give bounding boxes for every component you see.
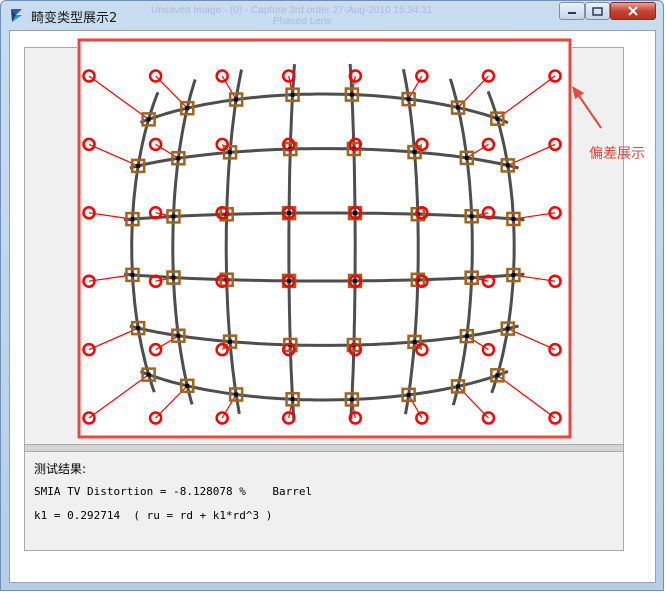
close-button[interactable] (610, 2, 656, 20)
measured-point-center (136, 326, 141, 331)
measured-point-center (130, 217, 135, 222)
distortion-image (77, 38, 572, 439)
measured-point-center (412, 339, 417, 344)
measured-point-center (290, 397, 295, 402)
measured-point-center (290, 92, 295, 97)
background-window-subtitle: Phased Lens (273, 16, 332, 27)
measured-point-center (349, 397, 354, 402)
measured-point-center (146, 372, 151, 377)
measured-point-center (171, 214, 176, 219)
title-bar[interactable]: 畸变类型展示2 Unsaved Image - (0) - Capture 3r… (1, 1, 663, 29)
close-icon (628, 6, 638, 16)
measured-point-center (464, 155, 469, 160)
distortion-result-text: SMIA TV Distortion = -8.128078 % Barrel (34, 485, 313, 498)
measured-point-center (130, 272, 135, 277)
annotation-arrow-icon (572, 86, 602, 129)
measured-point-center (495, 116, 500, 121)
measured-point-center (287, 211, 292, 216)
measured-point-center (176, 156, 181, 161)
background-window-title: Unsaved Image - (0) - Capture 3rd order … (151, 5, 433, 16)
measured-point-center (349, 92, 354, 97)
measured-point-center (456, 105, 461, 110)
measured-point-center (495, 373, 500, 378)
window-title: 畸变类型展示2 (31, 11, 118, 26)
annotation-label: 偏差展示 (589, 146, 645, 162)
measured-point-center (234, 392, 239, 397)
measured-point-center (406, 392, 411, 397)
measured-point-center (185, 383, 190, 388)
minimize-icon (568, 12, 576, 14)
measured-point-center (511, 216, 516, 221)
measured-point-center (146, 117, 151, 122)
results-panel: 测试结果: SMIA TV Distortion = -8.128078 % B… (24, 451, 624, 551)
minimize-button[interactable] (559, 2, 585, 20)
app-logo-icon (11, 9, 22, 22)
k1-result-text: k1 = 0.292714 ( ru = rd + k1*rd^3 ) (34, 509, 273, 522)
measured-point-center (171, 275, 176, 280)
measured-point-center (469, 275, 474, 280)
results-heading: 测试结果: (34, 462, 87, 476)
measured-point-center (353, 211, 358, 216)
measured-point-center (185, 106, 190, 111)
measured-point-center (469, 214, 474, 219)
measured-point-center (234, 97, 239, 102)
measured-point-center (176, 333, 181, 338)
measured-point-center (228, 150, 233, 155)
measured-point-center (228, 339, 233, 344)
measured-point-center (456, 384, 461, 389)
measured-point-center (287, 278, 292, 283)
maximize-icon (592, 6, 603, 16)
measured-point-center (505, 163, 510, 168)
measured-point-center (505, 326, 510, 331)
measured-point-center (353, 278, 358, 283)
measured-point-center (136, 163, 141, 168)
maximize-button[interactable] (585, 2, 610, 20)
measured-point-center (406, 97, 411, 102)
measured-point-center (511, 273, 516, 278)
measured-point-center (464, 334, 469, 339)
measured-point-center (412, 150, 417, 155)
